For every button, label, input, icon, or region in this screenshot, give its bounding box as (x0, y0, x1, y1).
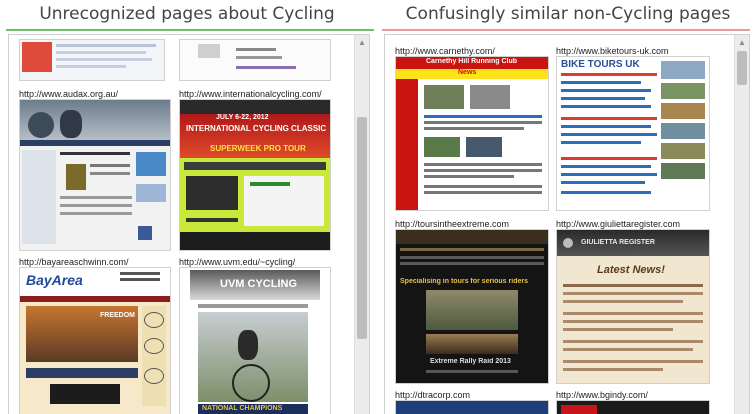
site-headline: Specialising in tours for serious riders (400, 278, 528, 285)
site-logo: BayArea (26, 272, 83, 288)
thumbnail-biketours-uk[interactable]: BIKE TOURS UK (556, 56, 710, 211)
scroll-up-arrow-icon[interactable]: ▲ (735, 37, 749, 49)
right-results-panel[interactable]: http://www.carnethy.com/ Carnethy Hill R… (384, 34, 750, 414)
thumbnail-bayareaschwinn[interactable]: BayArea FREEDOM (19, 267, 171, 414)
thumbnail-audax[interactable] (19, 99, 171, 251)
result-url[interactable]: http://www.bgindy.com/ (556, 390, 648, 400)
right-scrollbar-thumb[interactable] (737, 51, 747, 85)
thumbnail-partial-2[interactable] (179, 39, 331, 81)
right-panel-title: Confusingly similar non-Cycling pages (405, 4, 731, 24)
event-date: JULY 6-22, 2012 (216, 114, 269, 121)
event-headline: INTERNATIONAL CYCLING CLASSIC (186, 124, 327, 133)
right-panel-underline (382, 29, 750, 31)
thumbnail-bgindy[interactable] (556, 400, 710, 414)
result-url[interactable]: http://bayareaschwinn.com/ (19, 257, 129, 267)
result-url[interactable]: http://www.giuliettaregister.com (556, 219, 680, 229)
site-headline: Carnethy Hill Running Club (426, 58, 517, 65)
thumbnail-carnethy[interactable]: Carnethy Hill Running Club News (395, 56, 549, 211)
result-url[interactable]: http://www.internationalcycling.com/ (179, 89, 322, 99)
result-url[interactable]: http://www.carnethy.com/ (395, 46, 495, 56)
event-subhead: SUPERWEEK PRO TOUR (210, 144, 306, 153)
thumbnail-giuliettaregister[interactable]: GIULIETTA REGISTER Latest News! (556, 229, 710, 384)
site-footer: NATIONAL CHAMPIONS (202, 405, 283, 412)
site-nav: News (458, 69, 477, 76)
result-url[interactable]: http://www.biketours-uk.com (556, 46, 669, 56)
freedom-badge: FREEDOM (100, 312, 135, 319)
site-subhead: Latest News! (597, 264, 665, 276)
result-url[interactable]: http://www.audax.org.au/ (19, 89, 118, 99)
site-headline: GIULIETTA REGISTER (581, 239, 655, 246)
result-url[interactable]: http://www.uvm.edu/~cycling/ (179, 257, 295, 267)
result-url[interactable]: http://toursintheextreme.com (395, 219, 509, 229)
site-headline: UVM CYCLING (220, 278, 297, 290)
site-caption: Extreme Rally Raid 2013 (430, 358, 511, 365)
thumbnail-dtracorp[interactable] (395, 400, 549, 414)
left-scrollbar-thumb[interactable] (357, 117, 367, 339)
thumbnail-internationalcycling[interactable]: JULY 6-22, 2012 INTERNATIONAL CYCLING CL… (179, 99, 331, 251)
scroll-up-arrow-icon[interactable]: ▲ (355, 37, 369, 49)
left-scrollbar[interactable]: ▲ (354, 35, 369, 414)
left-panel-title: Unrecognized pages about Cycling (39, 4, 335, 24)
result-url[interactable]: http://dtracorp.com (395, 390, 470, 400)
left-results-panel[interactable]: http://www.audax.org.au/ http://www.inte… (8, 34, 370, 414)
site-headline: BIKE TOURS UK (561, 59, 640, 70)
right-scrollbar[interactable]: ▲ (734, 35, 749, 414)
thumbnail-partial-1[interactable] (19, 39, 165, 81)
left-panel-underline (6, 29, 374, 31)
thumbnail-uvm-cycling[interactable]: UVM CYCLING NATIONAL CHAMPIONS (179, 267, 331, 414)
thumbnail-toursintheextreme[interactable]: Specialising in tours for serious riders… (395, 229, 549, 384)
